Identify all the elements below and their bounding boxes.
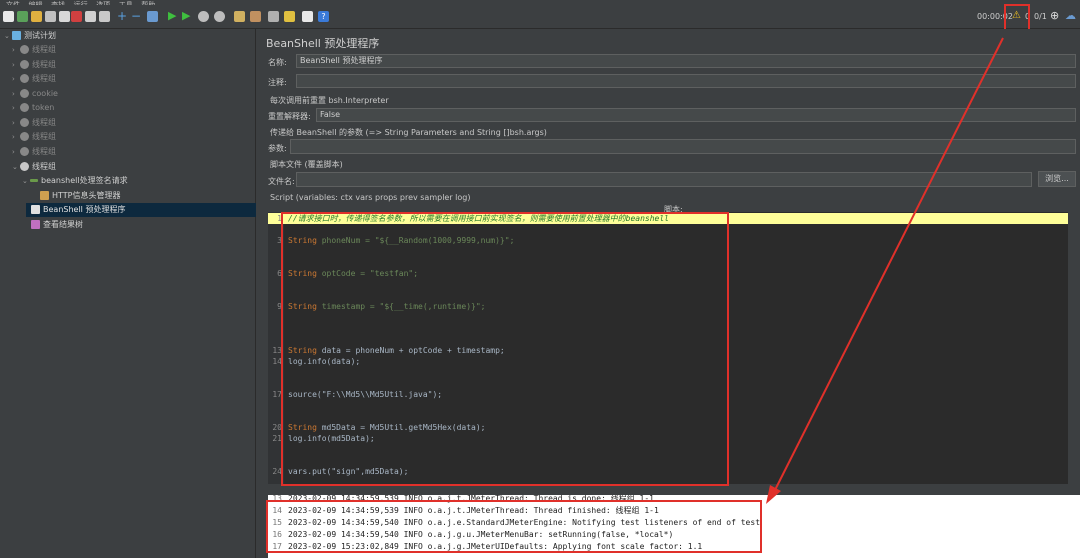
arrow-head xyxy=(766,485,781,504)
arrow-line xyxy=(773,37,1004,493)
annotation-arrow xyxy=(766,37,1004,504)
